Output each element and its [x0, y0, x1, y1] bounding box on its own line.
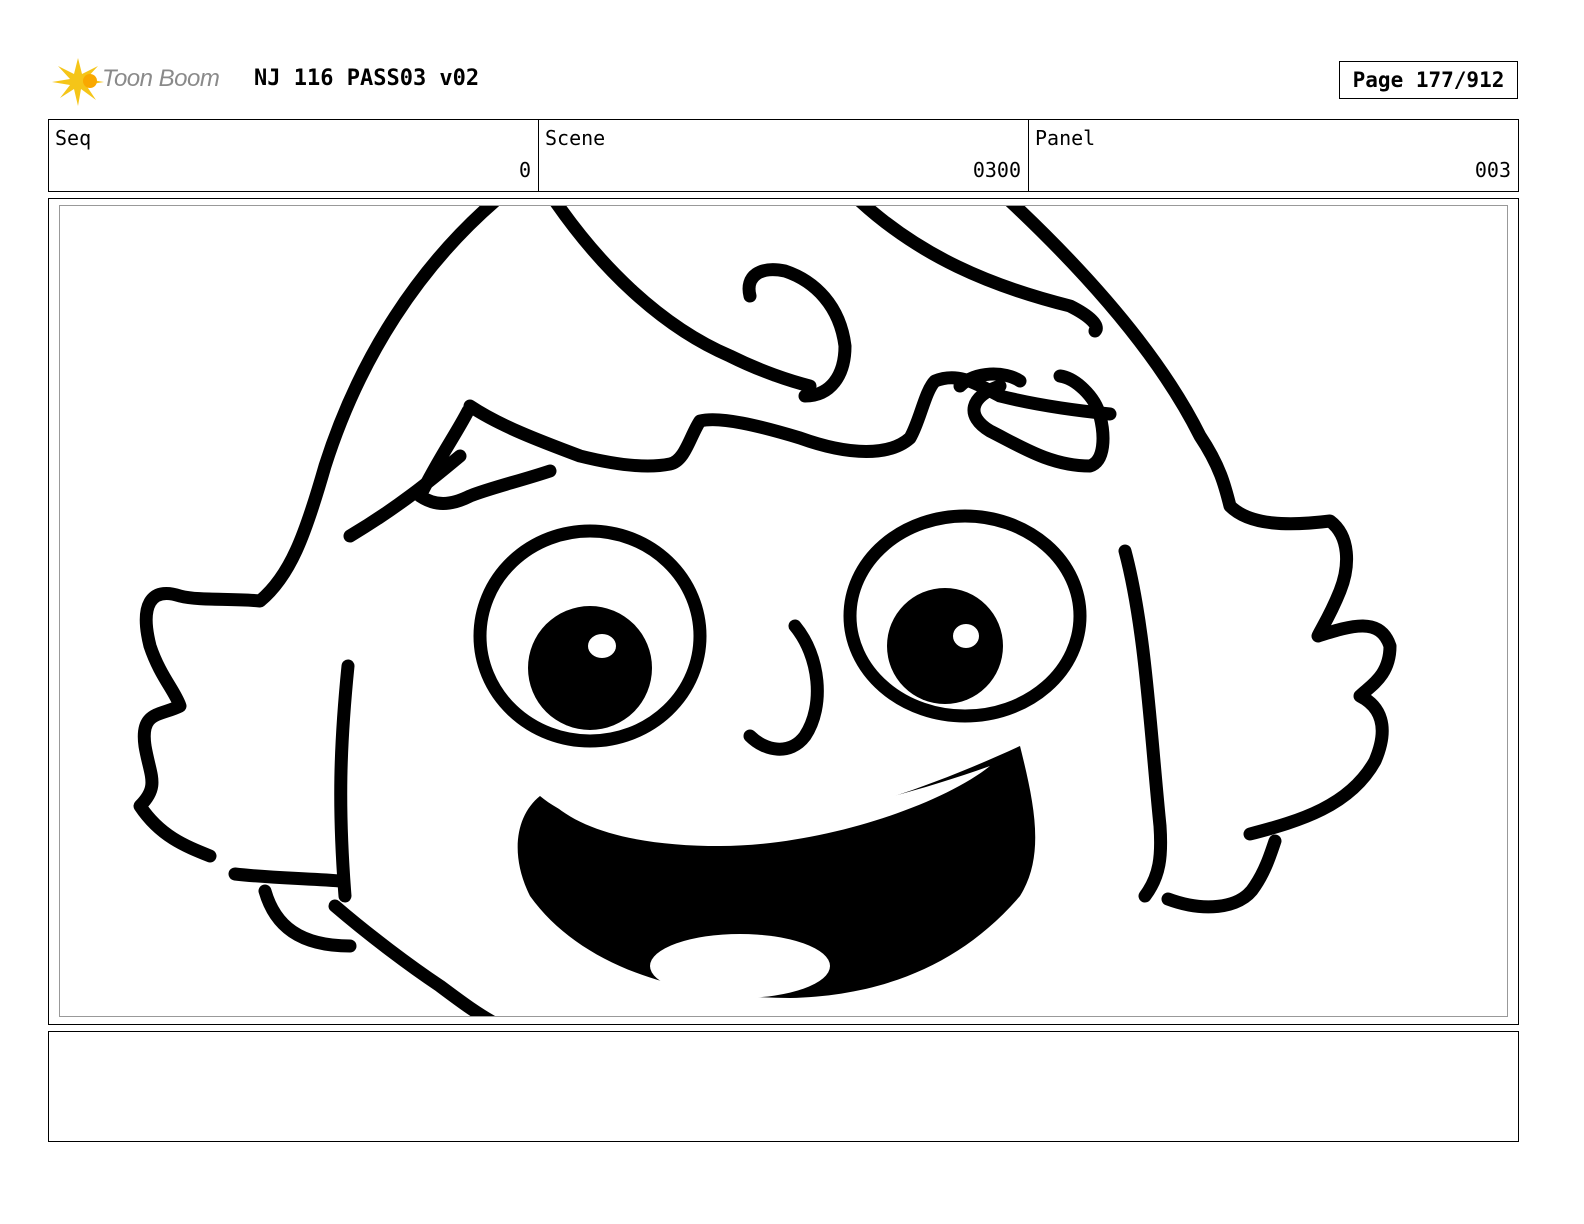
panel-cell: Panel 003 [1029, 120, 1518, 191]
storyboard-panel [48, 198, 1519, 1025]
logo-text: Toon Boom [102, 65, 220, 92]
hair-right-lower [1161, 834, 1282, 914]
info-row: Seq 0 Scene 0300 Panel 003 [48, 119, 1519, 192]
hair-left-outline [133, 206, 500, 863]
chin-left [328, 899, 496, 1016]
face-right-side [1118, 544, 1168, 903]
seq-value: 0 [518, 158, 531, 182]
tongue [650, 934, 830, 998]
nose [743, 619, 824, 756]
panel-drawing-area [59, 205, 1508, 1017]
document-title: NJ 116 PASS03 v02 [254, 66, 480, 91]
toon-boom-star-icon [52, 58, 104, 106]
face-left-side [334, 659, 355, 903]
left-eye-highlight [588, 634, 616, 658]
seq-label: Seq [55, 126, 92, 150]
bangs [463, 371, 1117, 473]
seq-cell: Seq 0 [49, 120, 539, 191]
page-indicator: Page 177/912 [1339, 61, 1518, 99]
scene-value: 0300 [972, 158, 1021, 182]
panel-label: Panel [1035, 126, 1096, 150]
bangs-right-tip [967, 369, 1110, 473]
hair-strand-top-right [855, 206, 1103, 338]
bangs-left-tip [413, 404, 557, 510]
character-face-drawing [133, 206, 1397, 1016]
toon-boom-logo: Toon Boom [50, 52, 240, 108]
right-eye-highlight [953, 624, 979, 648]
left-pupil [528, 606, 652, 730]
scene-cell: Scene 0300 [539, 120, 1029, 191]
hair-strand-top-left [550, 206, 817, 393]
scene-label: Scene [545, 126, 606, 150]
right-pupil [887, 588, 1003, 704]
notes-box [48, 1031, 1519, 1142]
bangs-left-strand [343, 449, 467, 543]
panel-value: 003 [1474, 158, 1511, 182]
